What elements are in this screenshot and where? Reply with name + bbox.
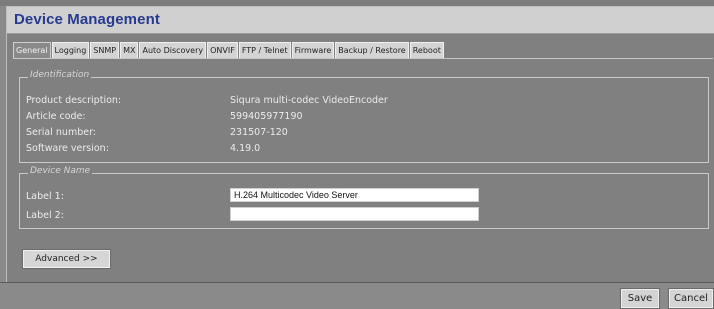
cancel-button[interactable]: Cancel [668, 288, 714, 309]
identification-legend: Identification [28, 70, 92, 80]
tab-logging[interactable]: Logging [51, 42, 90, 58]
tab-general[interactable]: General [13, 42, 51, 58]
device-name-group: Device Name Label 1: Label 2: [19, 166, 709, 229]
device-name-legend: Device Name [28, 166, 93, 176]
article-code-label: Article code: [26, 111, 86, 122]
tab-firmware[interactable]: Firmware [291, 42, 335, 58]
serial-number-label: Serial number: [26, 127, 97, 138]
label1-label: Label 1: [26, 191, 64, 202]
advanced-button[interactable]: Advanced >> [22, 249, 111, 269]
device-management-panel: Device Management General Logging SNMP M… [6, 6, 714, 282]
panel-header: Device Management [7, 7, 714, 34]
tab-reboot[interactable]: Reboot [409, 42, 444, 58]
tab-ftp-telnet[interactable]: FTP / Telnet [238, 42, 291, 58]
tab-snmp[interactable]: SNMP [90, 42, 120, 58]
identification-group: Identification Product description: Siqu… [19, 70, 709, 163]
tab-onvif[interactable]: ONVIF [207, 42, 238, 58]
article-code-value: 599405977190 [230, 111, 303, 122]
software-version-label: Software version: [26, 143, 109, 154]
save-button[interactable]: Save [620, 288, 660, 309]
tab-backup-restore[interactable]: Backup / Restore [335, 42, 409, 58]
tab-mx[interactable]: MX [120, 42, 139, 58]
product-description-value: Siqura multi-codec VideoEncoder [230, 95, 388, 106]
software-version-value: 4.19.0 [230, 143, 261, 154]
tab-auto-discovery[interactable]: Auto Discovery [139, 42, 207, 58]
tab-bar: General Logging SNMP MX Auto Discovery O… [13, 42, 444, 58]
label2-label: Label 2: [26, 210, 64, 221]
label2-input[interactable] [230, 207, 479, 221]
page-title: Device Management [14, 11, 160, 28]
serial-number-value: 231507-120 [230, 127, 288, 138]
footer-bar: Save Cancel [0, 282, 714, 309]
tab-content-general: Identification Product description: Siqu… [13, 58, 713, 274]
label1-input[interactable] [230, 188, 479, 202]
product-description-label: Product description: [26, 95, 122, 106]
